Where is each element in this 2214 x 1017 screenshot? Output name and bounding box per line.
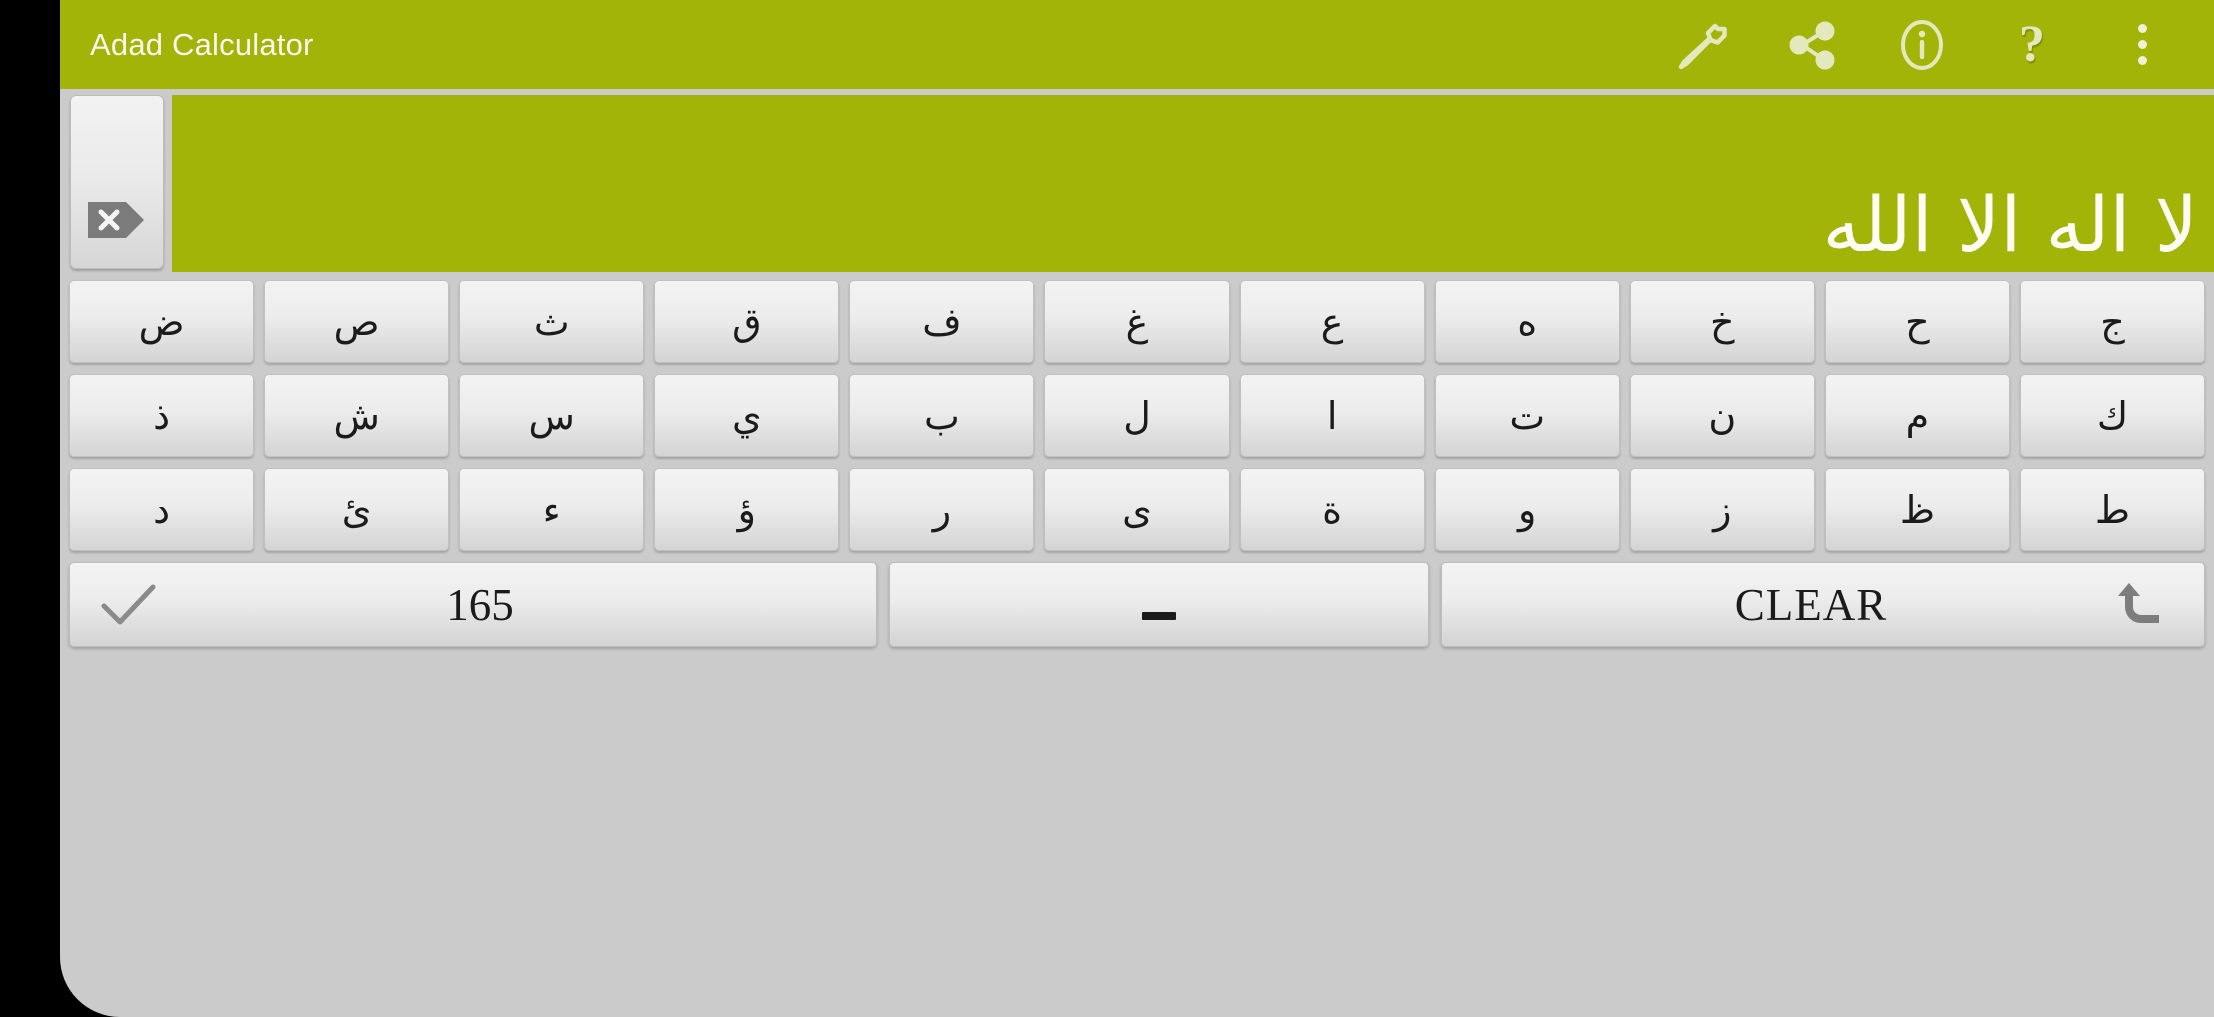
key-tha[interactable]: ث [459,280,645,363]
key-yeh-hamza[interactable]: ئ [264,468,450,551]
keyboard: ض ص ث ق ف غ ع ه خ ح ج ذ ش س ي ب ل ا ت ن … [60,272,2214,647]
backspace-icon [88,202,144,238]
clear-label: CLEAR [1734,579,1888,630]
key-noon[interactable]: ن [1629,374,1815,457]
wrench-icon [1678,23,1727,69]
key-alef-maksura[interactable]: ى [1044,468,1230,551]
info-icon [1901,19,1943,70]
backspace-button[interactable] [70,95,164,269]
overflow-menu-button[interactable] [2114,17,2170,73]
clear-button[interactable]: CLEAR [1441,562,2205,647]
check-icon [101,584,156,624]
key-meem[interactable]: م [1824,374,2010,457]
key-dal[interactable]: د [69,468,255,551]
expression-display[interactable]: لا اله الا الله [172,95,2214,272]
display-value: لا اله الا الله [1822,180,2198,270]
display-row: لا اله الا الله [60,89,2214,272]
undo-arrow-icon [2118,582,2159,623]
info-button[interactable] [1894,17,1950,73]
keyboard-row-bottom: 165 CLEAR [69,562,2205,647]
key-kha[interactable]: خ [1629,280,1815,363]
key-ha[interactable]: ه [1434,280,1620,363]
help-button[interactable]: ? [2004,17,2060,73]
key-dad[interactable]: ض [69,280,255,363]
keyboard-row-3: د ئ ء ؤ ر ى ة و ز ظ ط [69,468,2206,551]
key-ba[interactable]: ب [849,374,1035,457]
key-ra[interactable]: ر [849,468,1035,551]
title-bar-actions: ? [1674,17,2170,73]
key-fa[interactable]: ف [849,280,1035,363]
key-seen[interactable]: س [459,374,645,457]
question-mark-icon: ? [2019,15,2045,73]
key-zah[interactable]: ظ [1824,468,2010,551]
key-tah[interactable]: ط [2019,468,2206,551]
key-ta-marbuta[interactable]: ة [1239,468,1425,551]
space-bar-icon [1142,611,1176,620]
keyboard-row-2: ذ ش س ي ب ل ا ت ن م ك [69,374,2206,457]
key-sheen[interactable]: ش [264,374,450,457]
share-icon [1789,21,1835,69]
key-zay[interactable]: ز [1629,468,1815,551]
space-button[interactable] [889,562,1429,647]
key-ta[interactable]: ت [1434,374,1620,457]
key-kaf[interactable]: ك [2019,374,2206,457]
more-vertical-icon [2137,24,2147,65]
key-waw-hamza[interactable]: ؤ [654,468,840,551]
key-alef[interactable]: ا [1239,374,1425,457]
key-hamza[interactable]: ء [459,468,645,551]
key-ghayn[interactable]: غ [1044,280,1230,363]
key-waw[interactable]: و [1434,468,1620,551]
title-bar: Adad Calculator ? [60,0,2214,89]
settings-button[interactable] [1674,17,1730,73]
result-value: 165 [446,579,514,630]
key-hah[interactable]: ح [1824,280,2010,363]
key-jeem[interactable]: ج [2019,280,2206,363]
key-thal[interactable]: ذ [69,374,255,457]
key-qaf[interactable]: ق [654,280,840,363]
share-button[interactable] [1784,17,1840,73]
key-sad[interactable]: ص [264,280,450,363]
key-ya[interactable]: ي [654,374,840,457]
page-title: Adad Calculator [90,26,314,62]
result-button[interactable]: 165 [69,562,877,647]
keyboard-row-1: ض ص ث ق ف غ ع ه خ ح ج [69,280,2206,363]
app-window: Adad Calculator ? لا اله الا الله ض ص ث … [60,0,2214,1017]
key-ayn[interactable]: ع [1239,280,1425,363]
key-lam[interactable]: ل [1044,374,1230,457]
